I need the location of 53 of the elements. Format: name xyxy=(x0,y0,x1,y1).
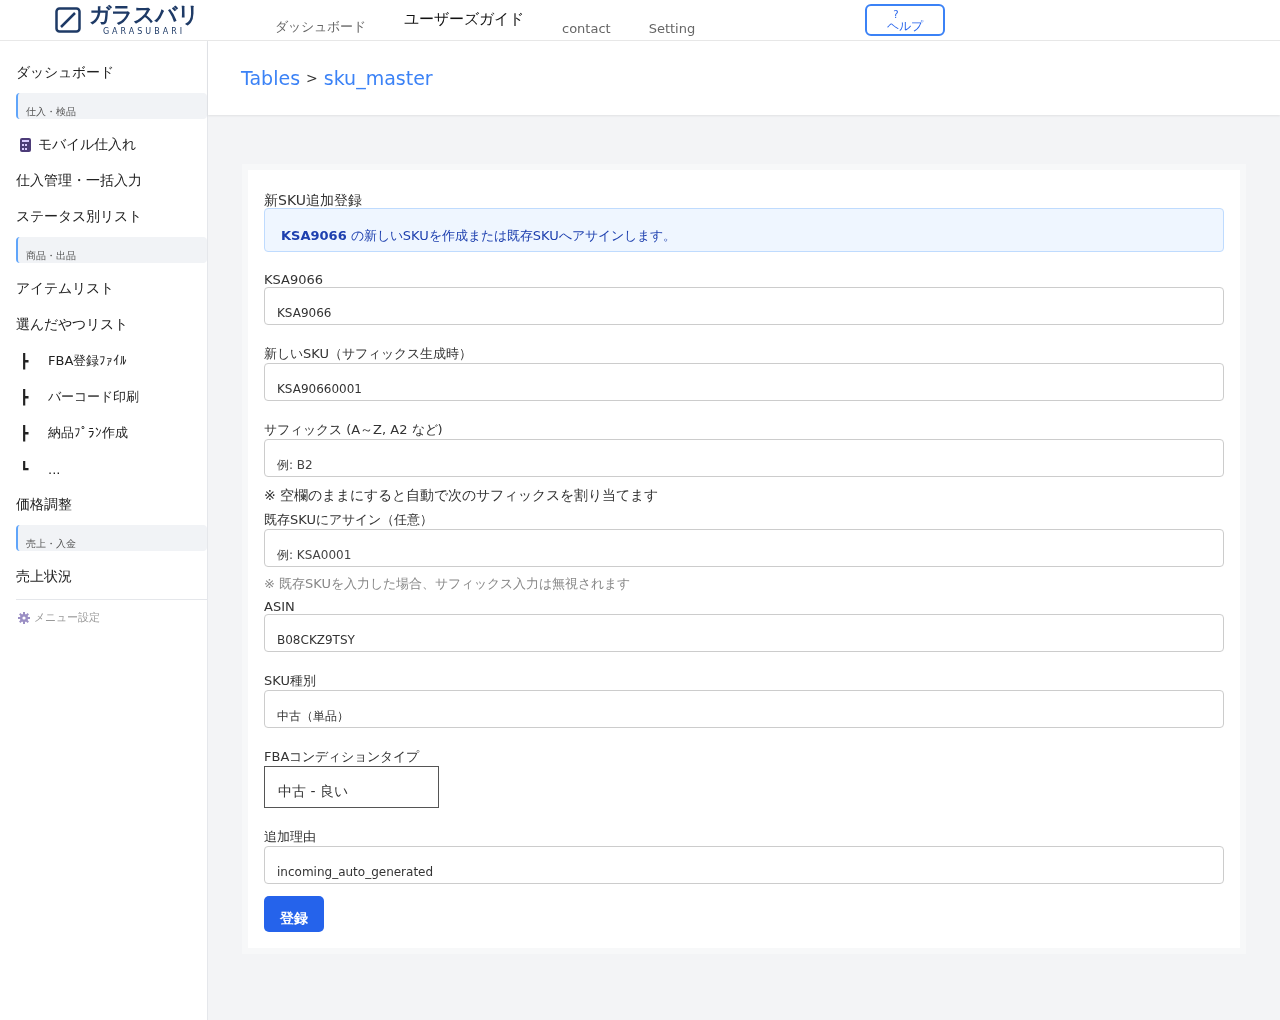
note-text: ※ 空欄のままにすると自動で次のサフィックスを割り当てます xyxy=(264,487,660,505)
nav-link[interactable]: Setting xyxy=(648,21,696,36)
calculator-icon xyxy=(20,138,32,152)
input-field[interactable]: incoming_auto_generated xyxy=(264,846,1224,884)
sidebar-item[interactable]: バーコード印刷 xyxy=(48,388,139,406)
sidebar-item[interactable]: ステータス別リスト xyxy=(16,199,207,235)
nav-link[interactable]: ダッシュボード xyxy=(275,18,366,36)
logo-icon xyxy=(55,7,81,33)
tree-branch-mark: ┣ xyxy=(20,425,30,441)
sidebar-item[interactable]: 価格調整 xyxy=(16,487,207,523)
sidebar-item[interactable]: 仕入管理・一括入力 xyxy=(16,163,207,199)
form-title: 新SKU追加登録 xyxy=(264,192,363,210)
submit-button[interactable]: 登録 xyxy=(264,896,324,932)
field-label: FBAコンディションタイプ xyxy=(264,748,421,766)
field-label: 新しいSKU（サフィックス生成時） xyxy=(264,345,473,363)
input-field[interactable]: B08CKZ9TSY xyxy=(264,614,1224,652)
tree-branch-mark: ┣ xyxy=(20,389,30,405)
sidebar-item[interactable]: 納品ﾌﾟﾗﾝ作成 xyxy=(48,424,128,442)
sidebar-group-header: 売上・入金 xyxy=(16,525,207,551)
info-message: KSA9066 の新しいSKUを作成または既存SKUへアサインします。 xyxy=(264,208,1224,252)
logo-text: ガラスバリ xyxy=(89,4,199,26)
input-field[interactable]: 中古（単品） xyxy=(264,690,1224,728)
sidebar-item[interactable]: アイテムリスト xyxy=(16,271,207,307)
sidebar-item[interactable]: FBA登録ﾌｧｲﾙ xyxy=(48,352,128,370)
hint-text: ※ 既存SKUを入力した場合、サフィックス入力は無視されます xyxy=(264,575,631,593)
sidebar-item[interactable]: 売上状況 xyxy=(16,559,207,595)
sidebar-item[interactable]: モバイル仕入れ xyxy=(38,136,136,154)
help-button[interactable]: ? ヘルプ xyxy=(865,4,945,36)
field-label: SKU種別 xyxy=(264,672,317,690)
field-label: 追加理由 xyxy=(264,828,317,846)
breadcrumb-current: sku_master xyxy=(323,67,433,89)
nav-link[interactable]: contact xyxy=(562,21,611,36)
field-label: 既存SKUにアサイン（任意） xyxy=(264,511,434,529)
input-field[interactable]: KSA90660001 xyxy=(264,363,1224,401)
sidebar-item[interactable]: ... xyxy=(48,461,61,477)
tree-branch-mark: ┣ xyxy=(20,353,30,369)
sidebar-group-header: 仕入・検品 xyxy=(16,93,207,119)
sidebar-item[interactable]: 選んだやつリスト xyxy=(16,307,207,343)
sidebar-group-header: 商品・出品 xyxy=(16,237,207,263)
input-field[interactable]: 例: B2 xyxy=(264,439,1224,477)
sidebar-item[interactable]: ダッシュボード xyxy=(16,55,207,91)
tree-branch-mark: ┗ xyxy=(20,461,30,477)
logo-subtitle: GARASUBARI xyxy=(102,28,186,36)
field-label: KSA9066 xyxy=(264,272,324,287)
input-field[interactable]: KSA9066 xyxy=(264,287,1224,325)
nav-link[interactable]: ユーザーズガイド xyxy=(404,10,524,29)
input-field[interactable]: 例: KSA0001 xyxy=(264,529,1224,567)
breadcrumb-link[interactable]: Tables xyxy=(241,67,301,89)
field-label: サフィックス (A～Z, A2 など) xyxy=(264,421,444,439)
gear-icon xyxy=(18,611,30,624)
field-label: ASIN xyxy=(264,599,296,614)
breadcrumb-separator: > xyxy=(306,70,318,86)
select-field[interactable]: 中古 - 良い xyxy=(264,766,439,808)
